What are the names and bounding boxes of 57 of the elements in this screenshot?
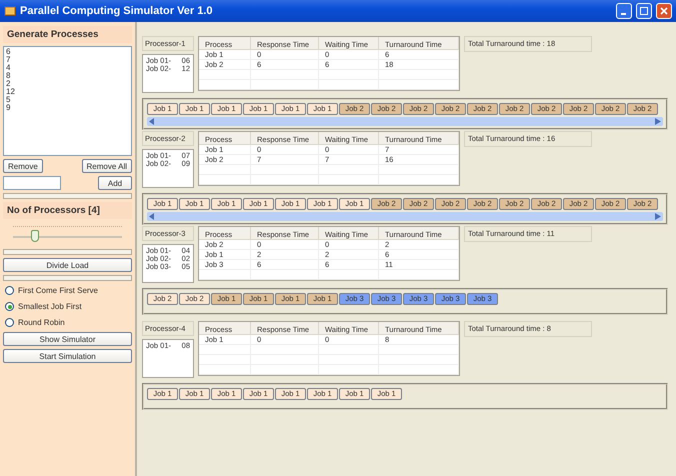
radio-option[interactable]: First Come First Serve: [3, 284, 132, 297]
process-item[interactable]: 7: [6, 56, 129, 64]
section-title: No of Processors [4]: [3, 202, 132, 219]
table-cell: [199, 355, 251, 365]
radio-option[interactable]: Round Robin: [3, 316, 132, 329]
process-item[interactable]: 4: [6, 64, 129, 72]
radio-label: Smallest Job First: [18, 302, 82, 311]
table-cell: [251, 175, 319, 185]
add-button[interactable]: Add: [98, 176, 132, 190]
process-item[interactable]: 9: [6, 104, 129, 112]
scroll-right-icon[interactable]: [655, 118, 661, 125]
show-simulator-button[interactable]: Show Simulator: [3, 332, 132, 346]
radio-label: Round Robin: [18, 318, 65, 327]
minimize-button[interactable]: [616, 3, 632, 19]
radio-option[interactable]: Smallest Job First: [3, 300, 132, 313]
process-list[interactable]: 6 7 4 8 2 12 5 9: [3, 46, 132, 156]
radio-icon[interactable]: [5, 286, 14, 295]
radio-label: First Come First Serve: [18, 286, 98, 295]
table-cell: [319, 80, 379, 90]
table-cell: [199, 345, 251, 355]
table-cell: [319, 365, 379, 375]
process-item[interactable]: 12: [6, 88, 129, 96]
table-cell: [251, 270, 319, 280]
table-cell: [199, 270, 251, 280]
table-cell: [319, 175, 379, 185]
start-simulation-button[interactable]: Start Simulation: [3, 349, 132, 363]
table-cell: [319, 270, 379, 280]
close-icon: [660, 7, 668, 15]
input-field[interactable]: [3, 176, 61, 190]
app-icon: [4, 5, 16, 17]
process-item[interactable]: 5: [6, 96, 129, 104]
window-title: Parallel Computing Simulator Ver 1.0: [20, 5, 214, 17]
process-item[interactable]: 6: [6, 48, 129, 56]
maximize-button[interactable]: [636, 3, 652, 19]
scrollbar[interactable]: [147, 212, 663, 221]
maximize-icon: [640, 7, 648, 15]
close-button[interactable]: [656, 3, 672, 19]
table-cell: [199, 80, 251, 90]
radio-icon[interactable]: [5, 318, 14, 327]
remove-button[interactable]: Remove: [3, 159, 43, 173]
section-title: Generate Processes: [3, 26, 132, 43]
table-cell: [199, 175, 251, 185]
scrollbar[interactable]: [147, 117, 663, 126]
scroll-left-icon[interactable]: [149, 118, 155, 125]
table-cell: [199, 365, 251, 375]
process-item[interactable]: 2: [6, 80, 129, 88]
radio-icon[interactable]: [5, 302, 14, 311]
remove-all-button[interactable]: Remove All: [82, 159, 132, 173]
table-cell: [199, 70, 251, 80]
table-cell: [199, 165, 251, 175]
table-cell: [251, 80, 319, 90]
process-item[interactable]: 8: [6, 72, 129, 80]
slider-thumb[interactable]: [30, 230, 39, 242]
scroll-left-icon[interactable]: [149, 213, 155, 220]
divide-load-button[interactable]: Divide Load: [3, 258, 132, 272]
scroll-right-icon[interactable]: [655, 213, 661, 220]
table-cell: [251, 365, 319, 375]
